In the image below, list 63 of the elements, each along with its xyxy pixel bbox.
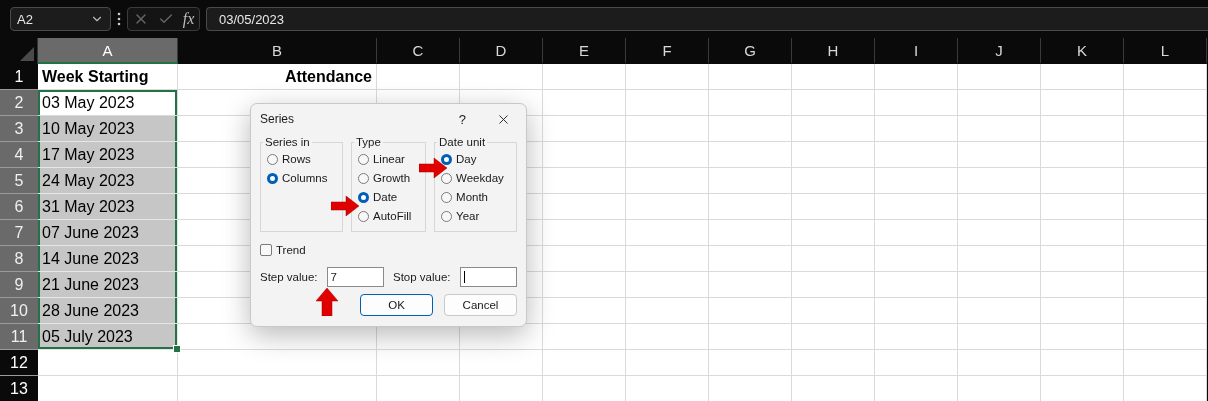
row-header[interactable]: 10 (0, 298, 38, 324)
radio-label[interactable]: Linear (372, 153, 405, 165)
row-header[interactable]: 6 (0, 194, 38, 220)
field-label: Step value: (260, 271, 318, 283)
radio-button[interactable] (267, 153, 278, 165)
table-cell: 10 May 2023 (38, 116, 178, 142)
dialog-title: Series (260, 112, 295, 126)
dialog-button[interactable]: OK (360, 294, 433, 316)
radio-button[interactable] (441, 172, 453, 184)
radio-label[interactable]: Growth (372, 172, 411, 184)
fill-handle[interactable] (173, 345, 181, 353)
column-title: Week Starting (38, 64, 178, 90)
dialog-button[interactable]: Cancel (444, 294, 517, 316)
group-label: Type (354, 136, 382, 148)
arrow-icon (316, 288, 338, 316)
row-header[interactable]: 5 (0, 168, 38, 194)
table-cell: 17 May 2023 (38, 142, 178, 168)
radio-label[interactable]: Weekday (456, 172, 504, 184)
table-cell: 03 May 2023 (38, 90, 178, 116)
radio-button[interactable] (441, 210, 453, 222)
radio-button[interactable] (441, 191, 453, 203)
table-cell: 24 May 2023 (38, 168, 178, 194)
radio-label[interactable]: Year (456, 210, 480, 222)
radio-label[interactable]: AutoFill (372, 210, 412, 222)
help-button[interactable]: ? (458, 111, 466, 127)
group-label: Series in (264, 136, 311, 148)
radio-button[interactable] (357, 210, 369, 222)
input-field[interactable] (459, 267, 517, 287)
table-cell: 07 June 2023 (38, 220, 178, 246)
select-all-icon[interactable] (20, 47, 34, 61)
radio-label[interactable]: Date (372, 191, 398, 203)
checkbox-label[interactable]: Trend (276, 244, 306, 256)
radio-label[interactable]: Month (456, 191, 488, 203)
row-header[interactable]: 7 (0, 220, 38, 246)
row-header[interactable]: 2 (0, 90, 38, 116)
radio-label[interactable]: Columns (282, 172, 328, 184)
field-label: Stop value: (393, 271, 451, 283)
row-header[interactable]: 4 (0, 142, 38, 168)
table-cell: 14 June 2023 (38, 246, 178, 272)
name-box[interactable]: A2 (10, 7, 111, 31)
radio-button[interactable] (357, 172, 369, 184)
table-cell: 31 May 2023 (38, 194, 178, 220)
group-label: Date unit (438, 136, 487, 148)
table-cell: 28 June 2023 (38, 298, 178, 324)
radio-button[interactable] (357, 153, 369, 165)
insert-function-button[interactable]: fx (182, 10, 195, 28)
arrow-icon (419, 158, 447, 178)
table-cell: 21 June 2023 (38, 272, 178, 298)
formula-field[interactable]: 03/05/2023 (206, 7, 1208, 31)
input-field[interactable]: 7 (326, 267, 384, 287)
radio-label[interactable]: Day (456, 153, 477, 165)
more-icon[interactable] (117, 12, 121, 26)
arrow-icon (331, 196, 359, 216)
column-header[interactable]: A (38, 38, 178, 64)
row-header[interactable]: 11 (0, 324, 38, 350)
row-header[interactable]: 8 (0, 246, 38, 272)
column-title: Attendance (178, 64, 377, 90)
checkbox[interactable] (260, 244, 272, 256)
row-header[interactable]: 9 (0, 272, 38, 298)
radio-label[interactable]: Rows (282, 153, 311, 165)
radio-button[interactable] (267, 172, 278, 184)
row-header[interactable]: 3 (0, 116, 38, 142)
table-cell: 05 July 2023 (38, 324, 178, 350)
